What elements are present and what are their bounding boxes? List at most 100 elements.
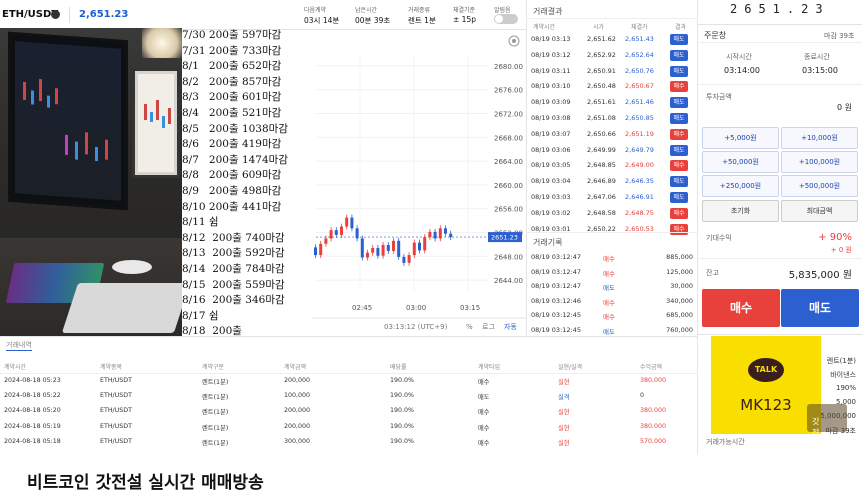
history-cell: 380,000: [640, 422, 667, 430]
history-col-header: 실현/실격: [558, 364, 583, 371]
trade-history-table: 거래내역 계약시간 계약종목 계약구분 계약금액 배당률 계약타입 실현/실격 수익금액 20…: [0, 336, 697, 455]
history-cell: 190.0%: [390, 392, 415, 400]
candle-body: [319, 243, 323, 256]
overlay-line: 8/12 200출 740마감: [182, 231, 285, 244]
overlay-line: 8/13 200출 592마감: [182, 247, 285, 260]
result-row: 08/19 03:02 2,648.58 2,648.75 매수: [527, 206, 697, 221]
add-50000-button[interactable]: +50,000원: [702, 151, 779, 173]
result-close: 2,652.64: [625, 50, 654, 59]
result-row: 08/19 03:01 2,650.22 2,650.53 매수: [527, 222, 697, 237]
result-close: 2,651.19: [625, 129, 654, 138]
sell-button[interactable]: 매도: [781, 289, 859, 327]
price-ticker-digits: 2651.23: [730, 2, 830, 16]
log-amount: 685,000: [666, 311, 693, 320]
add-500000-button[interactable]: +500,000원: [781, 175, 858, 197]
log-row: 08/19 03:12:47 매도 30,000: [527, 280, 697, 294]
max-amount-button[interactable]: 최대금액: [781, 200, 858, 222]
result-time: 08/19 03:11: [531, 66, 571, 75]
history-cell: 2024-08-18 05:20: [4, 407, 61, 415]
candle-body: [376, 247, 380, 256]
history-cell: 2024-08-18 05:22: [4, 392, 61, 400]
candlestick-chart[interactable]: 2680.00 2676.00 2672.00 2668.00 2664.00 2660.…: [312, 30, 526, 336]
result-row: 08/19 03:10 2,650.48 2,650.67 매수: [527, 79, 697, 94]
y-tick-label: 2660.00: [494, 182, 523, 190]
result-open: 2,650.66: [587, 129, 616, 138]
history-cell: 0: [640, 392, 645, 400]
log-side: 매수: [603, 313, 615, 322]
percent-toggle[interactable]: %: [466, 323, 473, 331]
log-amount: 885,000: [666, 253, 693, 261]
market-header: ETH/USDT 2,651.23 다음계약 03시 14분 남은시간 00분 …: [0, 0, 526, 30]
result-open: 2,651.61: [587, 98, 616, 107]
result-badge: 매수: [670, 81, 688, 93]
result-time: 08/19 03:09: [531, 98, 571, 107]
candle-body: [444, 228, 447, 234]
end-time-value: 03:15:00: [802, 66, 838, 75]
history-cell: 2024-08-18 05:19: [4, 422, 61, 430]
left-monitor: [8, 31, 128, 211]
history-cell: 실현: [558, 379, 570, 386]
channel-badge-text: 갓전설: [812, 417, 820, 448]
col-result: 결과: [675, 24, 687, 31]
auto-toggle[interactable]: 자동: [504, 322, 517, 331]
result-close: 2,646.91: [625, 193, 654, 201]
result-open: 2,651.62: [587, 35, 616, 43]
result-row: 08/19 03:11 2,650.91 2,650.76 매도: [527, 64, 697, 79]
candle-body: [449, 233, 453, 238]
buy-button[interactable]: 매수: [702, 289, 780, 327]
sound-alert-toggle[interactable]: [494, 14, 518, 24]
result-time: 08/19 03:10: [531, 82, 571, 91]
result-close: 2,650.76: [625, 66, 654, 75]
history-cell: 190.0%: [390, 422, 415, 430]
add-100000-button[interactable]: +100,000원: [781, 151, 858, 173]
pair-name[interactable]: ETH/USDT: [2, 9, 58, 20]
candle-body: [392, 240, 395, 251]
history-cell: 2024-08-18 05:23: [4, 377, 61, 384]
candle-body: [423, 237, 427, 251]
result-row: 08/19 03:06 2,649.99 2,649.79 매도: [527, 143, 697, 158]
candle-body: [314, 247, 317, 256]
history-cell: 200,000: [284, 407, 311, 415]
next-contract-value: 03시 14분: [304, 16, 340, 25]
price-chart[interactable]: 2680.00 2676.00 2672.00 2668.00 2664.00 2660.…: [312, 30, 526, 336]
invest-amount-value[interactable]: 0 원: [837, 102, 852, 113]
result-time: 08/19 03:05: [531, 161, 571, 170]
result-row: 08/19 03:03 2,647.06 2,646.91 매도: [527, 190, 697, 205]
streamer-desk-photo: [0, 28, 182, 353]
overlay-line: 8/4 200출 521마감: [182, 106, 282, 119]
results-divider: [527, 18, 697, 19]
trade-results-title: 거래결과: [533, 7, 563, 16]
log-time: 08/19 03:12:46: [531, 296, 581, 305]
overlay-line: 8/1 200출 652마감: [182, 60, 282, 73]
result-badge: 매도: [670, 144, 688, 156]
history-cell: 매수: [478, 379, 490, 386]
white-keyboard: [61, 283, 182, 333]
add-250000-button[interactable]: +250,000원: [702, 175, 779, 197]
history-cell: 매수: [478, 439, 490, 447]
history-cell: 실격: [558, 394, 570, 402]
log-row: 08/19 03:12:45 매수 685,000: [527, 309, 697, 323]
x-tick-label: 03:15: [460, 304, 480, 312]
add-10000-button[interactable]: +10,000원: [781, 127, 858, 149]
log-row: 08/19 03:12:47 매수 885,000: [527, 251, 697, 265]
history-cell: 매수: [478, 409, 490, 417]
tab-trade-history[interactable]: 거래내역: [6, 340, 32, 351]
log-toggle[interactable]: 로그: [482, 323, 495, 331]
remaining-time-label: 남은시간: [355, 7, 378, 14]
deadline-text: 마감 39초: [824, 32, 855, 40]
col-contract-time: 계약시간: [533, 24, 556, 31]
result-close: 2,649.00: [625, 161, 654, 170]
reset-button[interactable]: 초기화: [702, 200, 779, 222]
kakao-id: MK123: [740, 396, 792, 414]
overlay-line: 8/9 200출 498마감: [182, 184, 282, 197]
x-tick-label: 02:45: [352, 304, 372, 312]
candle-body: [386, 244, 390, 251]
history-col-header: 계약구분: [202, 364, 225, 371]
add-5000-button[interactable]: +5,000원: [702, 127, 779, 149]
kakao-contact-card[interactable]: TALK MK123 갓전설: [711, 336, 847, 448]
y-tick-label: 2676.00: [494, 87, 523, 95]
result-open: 2,648.85: [587, 161, 616, 170]
result-close: 2,646.35: [625, 177, 654, 186]
pair-dropdown-icon[interactable]: [51, 10, 60, 19]
order-subdivider: [698, 84, 862, 85]
